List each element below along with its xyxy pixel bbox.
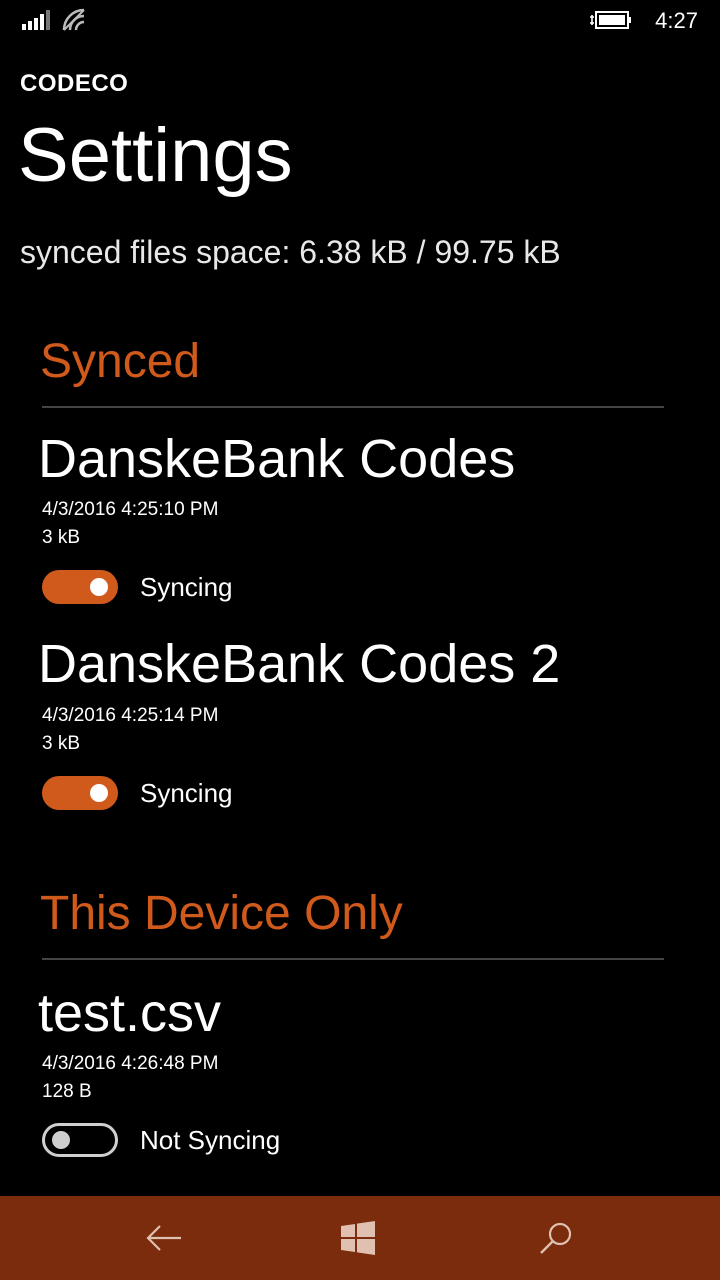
toggle-knob bbox=[90, 578, 108, 596]
status-bar: 4:27 bbox=[0, 0, 720, 44]
clock-time: 4:27 bbox=[655, 8, 698, 33]
page-title: Settings bbox=[18, 113, 293, 198]
app-name: CODECO bbox=[20, 70, 129, 97]
navigation-bar bbox=[0, 1196, 720, 1280]
file-date: 4/3/2016 4:25:14 PM bbox=[42, 705, 219, 726]
battery-charging-icon bbox=[590, 11, 631, 29]
file-size: 3 kB bbox=[42, 733, 81, 754]
sync-toggle[interactable] bbox=[42, 570, 118, 604]
toggle-knob bbox=[90, 784, 108, 802]
sync-status-label: Syncing bbox=[140, 572, 233, 602]
file-size: 128 B bbox=[42, 1081, 92, 1102]
back-button[interactable] bbox=[140, 1214, 188, 1262]
synced-space-info: synced files space: 6.38 kB / 99.75 kB bbox=[20, 234, 561, 270]
toggle-knob bbox=[52, 1131, 70, 1149]
file-name: DanskeBank Codes 2 bbox=[38, 634, 561, 694]
file-name: test.csv bbox=[38, 983, 222, 1043]
section-header-this-device-only: This Device Only bbox=[40, 887, 403, 940]
sync-toggle[interactable] bbox=[42, 1123, 118, 1157]
divider bbox=[42, 958, 664, 960]
search-button[interactable] bbox=[532, 1214, 580, 1262]
search-icon bbox=[540, 1222, 572, 1254]
section-header-synced: Synced bbox=[40, 335, 201, 388]
sync-toggle[interactable] bbox=[42, 776, 118, 810]
sync-status-label: Not Syncing bbox=[140, 1125, 281, 1155]
divider bbox=[42, 406, 664, 408]
windows-logo-icon bbox=[341, 1221, 375, 1255]
sync-status-label: Syncing bbox=[140, 778, 233, 808]
file-size: 3 kB bbox=[42, 527, 81, 548]
start-button[interactable] bbox=[334, 1214, 382, 1262]
back-arrow-icon bbox=[146, 1225, 181, 1251]
file-date: 4/3/2016 4:25:10 PM bbox=[42, 499, 219, 520]
signal-strength-icon bbox=[22, 10, 50, 30]
file-date: 4/3/2016 4:26:48 PM bbox=[42, 1053, 219, 1074]
file-name: DanskeBank Codes bbox=[38, 429, 516, 489]
wifi-icon bbox=[62, 8, 85, 31]
